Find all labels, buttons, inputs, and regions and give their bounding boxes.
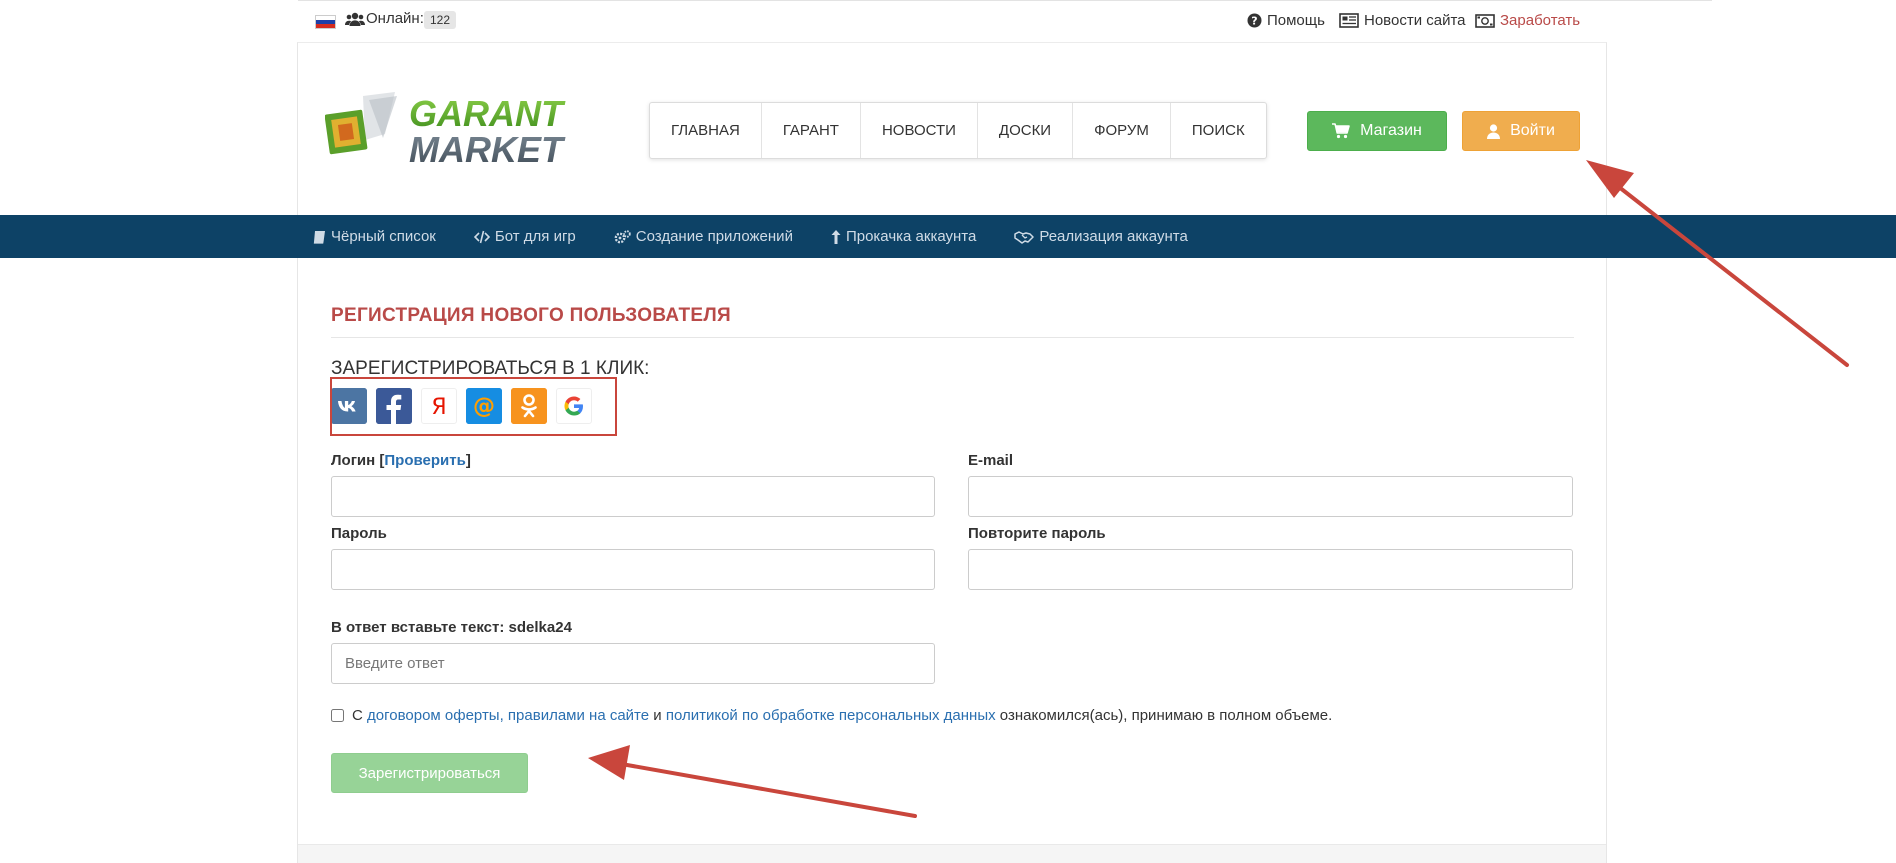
nav-garant[interactable]: ГАРАНТ bbox=[762, 103, 861, 158]
agreement-suffix: ознакомился(ась), принимаю в полном объе… bbox=[999, 707, 1333, 724]
nav-news[interactable]: НОВОСТИ bbox=[861, 103, 978, 158]
help-link-label: Помощь bbox=[1267, 12, 1325, 29]
email-input[interactable] bbox=[968, 476, 1573, 517]
subnav-account-boost-label: Прокачка аккаунта bbox=[845, 228, 977, 245]
login-label-text: Логин bbox=[331, 452, 376, 469]
money-icon bbox=[1475, 13, 1495, 28]
svg-text:?: ? bbox=[1251, 15, 1257, 28]
gears-icon bbox=[614, 229, 631, 243]
agreement-row: С договором оферты, правилами на сайте и… bbox=[331, 707, 1332, 724]
subnav-blacklist-label: Чёрный список bbox=[331, 228, 436, 245]
newspaper-icon bbox=[1339, 13, 1359, 28]
subnav-app-development[interactable]: Создание приложений bbox=[614, 215, 793, 258]
password-label: Пароль bbox=[331, 525, 387, 542]
level-up-icon bbox=[831, 229, 841, 244]
main-nav: ГЛАВНАЯ ГАРАНТ НОВОСТИ ДОСКИ ФОРУМ ПОИСК bbox=[649, 102, 1267, 159]
shop-button[interactable]: Магазин bbox=[1307, 111, 1447, 151]
logo-line2: MARKET bbox=[409, 129, 566, 168]
arrow-to-login-icon bbox=[1586, 160, 1849, 367]
password-input[interactable] bbox=[331, 549, 935, 590]
agreement-prefix: С bbox=[352, 707, 363, 724]
earn-link[interactable]: Заработать bbox=[1475, 12, 1580, 29]
email-label: E-mail bbox=[968, 452, 1014, 469]
shopping-cart-icon bbox=[1332, 123, 1350, 139]
repeat-password-label: Повторите пароль bbox=[968, 525, 1106, 542]
help-link[interactable]: ? Помощь bbox=[1247, 12, 1325, 29]
social-highlight-box bbox=[330, 377, 617, 436]
subnav-game-bot[interactable]: Бот для игр bbox=[473, 215, 576, 258]
nav-search[interactable]: ПОИСК bbox=[1171, 103, 1266, 158]
online-count-badge: 122 bbox=[424, 11, 457, 29]
footer-band bbox=[298, 844, 1606, 863]
question-circle-icon: ? bbox=[1247, 13, 1262, 28]
agreement-and: и bbox=[653, 707, 662, 724]
secondary-nav: Чёрный список Бот для игр Создание прило… bbox=[0, 215, 1896, 258]
user-icon bbox=[1487, 123, 1501, 139]
code-icon bbox=[473, 230, 490, 243]
shop-button-label: Магазин bbox=[1360, 122, 1422, 139]
offer-rules-link[interactable]: договором оферты, правилами на сайте bbox=[367, 707, 649, 724]
book-icon bbox=[313, 230, 325, 244]
garant-market-logo[interactable]: GARANT MARKET bbox=[325, 92, 593, 168]
subnav-app-development-label: Создание приложений bbox=[635, 228, 793, 245]
top-bar: Онлайн: 122 ? Помощь Новости сайта Зараб… bbox=[0, 0, 1896, 43]
privacy-policy-link[interactable]: политикой по обработке персональных данн… bbox=[666, 707, 996, 724]
agreement-checkbox[interactable] bbox=[331, 709, 344, 722]
site-news-link[interactable]: Новости сайта bbox=[1339, 12, 1466, 29]
earn-link-label: Заработать bbox=[1500, 12, 1581, 29]
repeat-password-input[interactable] bbox=[968, 549, 1573, 590]
subnav-blacklist[interactable]: Чёрный список bbox=[313, 215, 436, 258]
subnav-account-sale[interactable]: Реализация аккаунта bbox=[1014, 215, 1188, 258]
captcha-input[interactable] bbox=[331, 643, 935, 684]
logo-line1: GARANT bbox=[409, 93, 566, 134]
users-icon bbox=[345, 12, 365, 26]
register-button[interactable]: Зарегистрироваться bbox=[331, 753, 528, 793]
title-divider bbox=[331, 337, 1574, 338]
subnav-game-bot-label: Бот для игр bbox=[494, 228, 576, 245]
login-button-label: Войти bbox=[1510, 122, 1555, 139]
nav-home[interactable]: ГЛАВНАЯ bbox=[650, 103, 762, 158]
login-label: Логин [Проверить] bbox=[331, 452, 471, 469]
page-title: РЕГИСТРАЦИЯ НОВОГО ПОЛЬЗОВАТЕЛЯ bbox=[331, 305, 731, 326]
online-label: Онлайн: bbox=[366, 10, 424, 27]
nav-boards[interactable]: ДОСКИ bbox=[978, 103, 1074, 158]
site-news-link-label: Новости сайта bbox=[1364, 12, 1466, 29]
russia-flag-icon[interactable] bbox=[315, 15, 336, 29]
login-button[interactable]: Войти bbox=[1462, 111, 1580, 151]
subnav-account-sale-label: Реализация аккаунта bbox=[1039, 228, 1188, 245]
handshake-icon bbox=[1014, 230, 1035, 244]
subnav-account-boost[interactable]: Прокачка аккаунта bbox=[831, 215, 976, 258]
check-login-link[interactable]: Проверить bbox=[384, 452, 465, 469]
captcha-label: В ответ вставьте текст: sdelka24 bbox=[331, 619, 572, 636]
login-input[interactable] bbox=[331, 476, 935, 517]
top-border bbox=[298, 0, 1712, 1]
nav-forum[interactable]: ФОРУМ bbox=[1073, 103, 1171, 158]
